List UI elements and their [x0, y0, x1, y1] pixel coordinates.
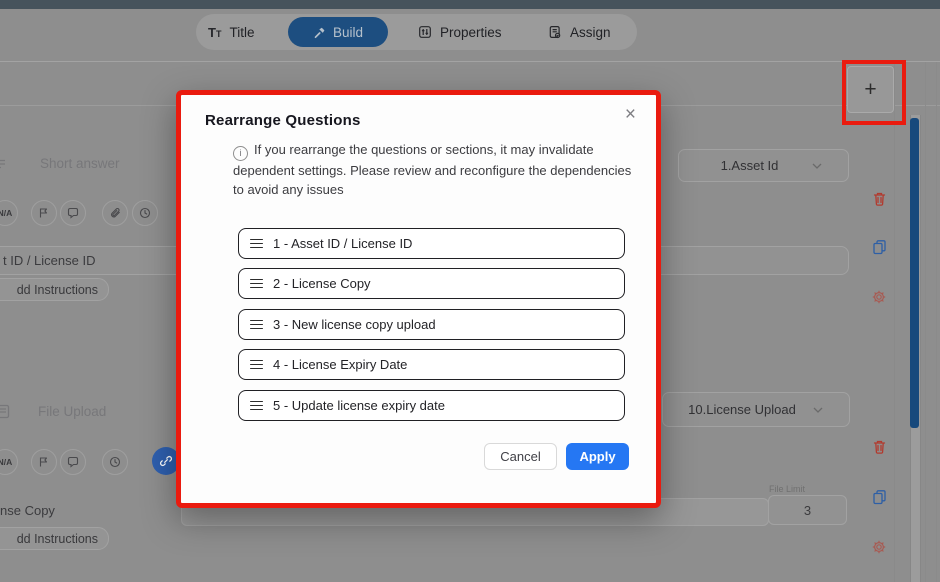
scrollbar-thumb[interactable]	[910, 118, 919, 428]
add-instructions-button[interactable]: dd Instructions	[0, 278, 109, 301]
question-type-label: Short answer	[40, 156, 120, 171]
rearrange-item-1[interactable]: 1 - Asset ID / License ID	[238, 228, 625, 259]
gutter-line-1	[925, 62, 926, 582]
chevron-down-icon	[812, 163, 822, 169]
comment-icon[interactable]	[60, 200, 86, 226]
assign-icon	[548, 25, 562, 39]
app-window: TT Title Build Properties Assign + Short…	[0, 0, 940, 582]
file-upload-type-icon	[0, 404, 10, 424]
title-icon: TT	[208, 24, 222, 40]
rearrange-item-3[interactable]: 3 - New license copy upload	[238, 309, 625, 340]
rearrange-questions-modal: Rearrange Questions × i If you rearrange …	[176, 90, 661, 508]
na-toggle[interactable]: N/A	[0, 449, 18, 475]
file-limit-label: File Limit	[769, 484, 806, 494]
properties-icon	[418, 25, 432, 39]
close-icon[interactable]: ×	[625, 105, 636, 124]
tab-title[interactable]: TT Title	[208, 14, 254, 50]
rearrange-item-label: 2 - License Copy	[273, 276, 371, 291]
tab-properties[interactable]: Properties	[418, 14, 502, 50]
rearrange-item-4[interactable]: 4 - License Expiry Date	[238, 349, 625, 380]
tab-build-label: Build	[332, 24, 364, 40]
dependency-dropdown[interactable]: 1.Asset Id	[678, 149, 849, 182]
timer-icon[interactable]	[132, 200, 158, 226]
rearrange-item-label: 3 - New license copy upload	[273, 317, 436, 332]
info-icon: i	[233, 146, 248, 161]
dependency-dropdown[interactable]: 10.License Upload	[662, 392, 850, 427]
top-window-strip	[0, 0, 940, 9]
flag-icon[interactable]	[31, 449, 57, 475]
dependency-value: 1.Asset Id	[720, 158, 779, 173]
duplicate-question-icon[interactable]	[872, 239, 888, 255]
modal-warning: i If you rearrange the questions or secti…	[233, 140, 635, 199]
timer-icon[interactable]	[102, 449, 128, 475]
rearrange-item-label: 4 - License Expiry Date	[273, 357, 408, 372]
dependency-value: 10.License Upload	[688, 402, 796, 417]
rearrange-item-2[interactable]: 2 - License Copy	[238, 268, 625, 299]
drag-handle-icon[interactable]	[250, 319, 263, 330]
settings-gear-icon[interactable]	[871, 539, 887, 555]
delete-question-icon[interactable]	[872, 191, 888, 207]
attachment-icon[interactable]	[102, 200, 128, 226]
short-answer-type-icon	[0, 157, 7, 176]
settings-gear-icon[interactable]	[871, 289, 887, 305]
comment-icon[interactable]	[60, 449, 86, 475]
question-title-text: t ID / License ID	[3, 253, 96, 268]
drag-handle-icon[interactable]	[250, 238, 263, 249]
drag-handle-icon[interactable]	[250, 278, 263, 289]
builder-tabbar: TT Title Build Properties Assign	[196, 14, 637, 50]
tab-properties-label: Properties	[440, 24, 502, 40]
apply-button[interactable]: Apply	[566, 443, 629, 470]
question-title-text: nse Copy	[0, 503, 55, 518]
build-icon	[313, 26, 326, 39]
tab-build[interactable]: Build	[288, 17, 388, 47]
question-type-label: File Upload	[38, 404, 107, 419]
rearrange-item-label: 5 - Update license expiry date	[273, 398, 445, 413]
drag-handle-icon[interactable]	[250, 359, 263, 370]
tab-assign-label: Assign	[570, 24, 611, 40]
warning-text: If you rearrange the questions or sectio…	[233, 142, 632, 197]
tab-title-label: Title	[229, 24, 255, 40]
flag-icon[interactable]	[31, 200, 57, 226]
drag-handle-icon[interactable]	[250, 400, 263, 411]
annotation-highlight-add-button	[842, 60, 906, 125]
duplicate-question-icon[interactable]	[872, 489, 888, 505]
gutter-line-2	[936, 62, 937, 582]
cancel-button[interactable]: Cancel	[484, 443, 557, 470]
delete-question-icon[interactable]	[872, 439, 888, 455]
rearrange-item-label: 1 - Asset ID / License ID	[273, 236, 413, 251]
rearrange-item-5[interactable]: 5 - Update license expiry date	[238, 390, 625, 421]
chevron-down-icon	[813, 407, 823, 413]
add-instructions-button[interactable]: dd Instructions	[0, 527, 109, 550]
modal-title: Rearrange Questions	[205, 112, 361, 129]
file-limit-input[interactable]: 3	[768, 495, 847, 525]
na-toggle[interactable]: N/A	[0, 200, 18, 226]
header-divider	[0, 61, 940, 62]
content-right-edge	[894, 62, 895, 582]
tab-assign[interactable]: Assign	[548, 14, 611, 50]
